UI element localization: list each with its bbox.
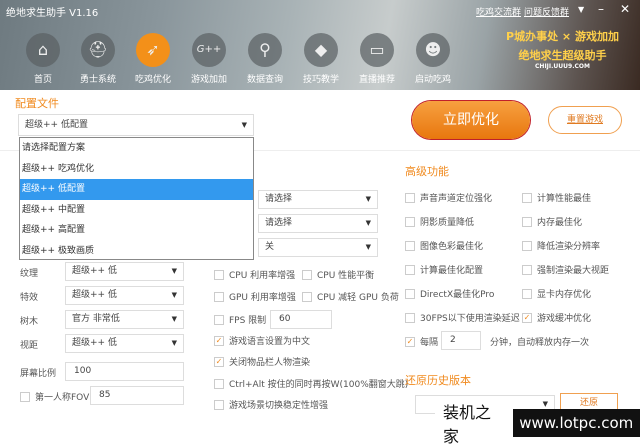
fps-input[interactable]: 60 bbox=[270, 310, 332, 329]
nav-label: 技巧教学 bbox=[302, 75, 339, 85]
screen-ratio-input[interactable]: 100 bbox=[65, 362, 184, 381]
interval-input[interactable]: 2 bbox=[441, 331, 481, 350]
quality-select[interactable]: 超级++ 低 ▼ bbox=[65, 334, 184, 353]
nav-item[interactable]: G++ 游戏加加 bbox=[184, 33, 234, 85]
fps-limit-checkbox[interactable]: FPS 限制 bbox=[214, 313, 266, 326]
quality-select[interactable]: 超级++ 低 ▼ bbox=[65, 262, 184, 281]
middle-select-3[interactable]: 关 ▼ bbox=[258, 238, 378, 257]
dropdown-option[interactable]: 请选择配置方案 bbox=[20, 138, 253, 159]
gpu-boost-checkbox[interactable]: GPU 利用率增强 bbox=[214, 290, 296, 303]
nav-item[interactable]: ⚲ 数据查询 bbox=[240, 33, 290, 85]
advanced-checkbox[interactable]: 声音声道定位强化 bbox=[405, 191, 492, 204]
dropdown-option[interactable]: 超级++ 极致画质 bbox=[20, 241, 253, 262]
watermark: 装机之家 www.lotpc.com bbox=[435, 399, 640, 447]
header: 绝地求生助手 V1.16 吃鸡交流群 问题反馈群 ▼ – ✕ ⌂ 首页 ⛑ 勇士系统 ➶… bbox=[0, 0, 640, 90]
nav-item[interactable]: ☻ 启动吃鸡 bbox=[408, 33, 458, 85]
quality-label: 视距 bbox=[20, 341, 39, 351]
dropdown-option[interactable]: 超级++ 吃鸡优化 bbox=[20, 159, 253, 180]
middle-select-2[interactable]: 请选择 ▼ bbox=[258, 214, 378, 233]
ctrl-alt-checkbox[interactable]: Ctrl+Alt 按住的同时再按W(100%翻窗大跳) bbox=[214, 377, 408, 390]
dropdown-option[interactable]: 超级++ 中配置 bbox=[20, 200, 253, 221]
quality-select[interactable]: 官方 非常低 ▼ bbox=[65, 310, 184, 329]
nav-label: 数据查询 bbox=[246, 75, 283, 85]
reset-game-button[interactable]: 重置游戏 bbox=[548, 106, 622, 134]
middle-select-1[interactable]: 请选择 ▼ bbox=[258, 190, 378, 209]
advanced-checkbox[interactable]: ✓ 游戏缓冲优化 bbox=[522, 311, 591, 324]
advanced-title: 高级功能 bbox=[405, 165, 449, 178]
nav-item[interactable]: ◆ 技巧教学 bbox=[296, 33, 346, 85]
advanced-checkbox[interactable]: 降低渲染分辨率 bbox=[522, 239, 600, 252]
advanced-checkbox[interactable]: 图像色彩最佳化 bbox=[405, 239, 483, 252]
close-icon[interactable]: ✕ bbox=[620, 2, 630, 16]
close-render-checkbox[interactable]: ✓ 关闭物品栏人物渲染 bbox=[214, 355, 310, 368]
quality-label: 纹理 bbox=[20, 269, 39, 279]
fov-checkbox[interactable]: 第一人称FOV bbox=[20, 390, 89, 403]
quality-label: 特效 bbox=[20, 293, 39, 303]
quality-select[interactable]: 超级++ 低 ▼ bbox=[65, 286, 184, 305]
chat-group-link[interactable]: 吃鸡交流群 bbox=[476, 5, 521, 18]
nav-item[interactable]: ➶ 吃鸡优化 bbox=[128, 33, 178, 85]
advanced-checkbox[interactable]: 显卡内存优化 bbox=[522, 287, 591, 300]
cpu-balance-checkbox[interactable]: CPU 性能平衡 bbox=[302, 268, 374, 281]
config-dropdown-list: 请选择配置方案 超级++ 吃鸡优化 超级++ 低配置 超级++ 中配置 超级++ 高配置… bbox=[19, 137, 254, 260]
quality-label: 树木 bbox=[20, 317, 39, 327]
restore-title: 还原历史版本 bbox=[405, 374, 471, 387]
dropdown-option[interactable]: 超级++ 高配置 bbox=[20, 220, 253, 241]
nav-label: 游戏加加 bbox=[190, 75, 227, 85]
interval-suffix: 分钟，自动释放内存一次 bbox=[490, 338, 590, 348]
nav-icon: ⚲ bbox=[248, 33, 282, 67]
nav-icon: ☻ bbox=[416, 33, 450, 67]
optimize-button[interactable]: 立即优化 bbox=[412, 101, 530, 139]
app-title: 绝地求生助手 V1.16 bbox=[6, 8, 99, 19]
cpu-boost-checkbox[interactable]: CPU 利用率增强 bbox=[214, 268, 295, 281]
advanced-checkbox[interactable]: DirectX最佳化Pro bbox=[405, 287, 494, 300]
nav-item[interactable]: ▭ 直播推荐 bbox=[352, 33, 402, 85]
advanced-checkbox[interactable]: 计算最佳化配置 bbox=[405, 263, 483, 276]
nav-icon: G++ bbox=[192, 33, 226, 67]
nav-item[interactable]: ⌂ 首页 bbox=[18, 33, 68, 85]
nav-label: 勇士系统 bbox=[79, 75, 116, 85]
screen-ratio-label: 屏幕比例 bbox=[20, 369, 57, 379]
nav-icon: ▭ bbox=[360, 33, 394, 67]
nav-icon: ⌂ bbox=[26, 33, 60, 67]
config-section-title: 配置文件 bbox=[15, 97, 59, 110]
advanced-checkbox[interactable]: 阴影质量降低 bbox=[405, 215, 474, 228]
feedback-group-link[interactable]: 问题反馈群 bbox=[524, 5, 569, 18]
nav-label: 直播推荐 bbox=[358, 75, 395, 85]
nav-icon: ➶ bbox=[136, 33, 170, 67]
nav-label: 吃鸡优化 bbox=[134, 75, 171, 85]
advanced-checkbox[interactable]: 30FPS以下使用渲染延迟 bbox=[405, 311, 520, 324]
divider bbox=[390, 150, 640, 151]
advanced-checkbox[interactable]: 内存最佳化 bbox=[522, 215, 582, 228]
cpu-reduce-gpu-checkbox[interactable]: CPU 减轻 GPU 负荷 bbox=[302, 290, 399, 303]
lang-cn-checkbox[interactable]: ✓ 游戏语言设置为中文 bbox=[214, 334, 310, 347]
config-select[interactable]: 超级++ 低配置 ▼ bbox=[18, 114, 254, 136]
minimize-icon[interactable]: – bbox=[598, 2, 604, 16]
nav-item[interactable]: ⛑ 勇士系统 bbox=[73, 33, 123, 85]
advanced-checkbox[interactable]: 强制渲染最大视距 bbox=[522, 263, 609, 276]
menu-icon[interactable]: ▼ bbox=[578, 5, 584, 14]
fov-input[interactable]: 85 bbox=[90, 386, 184, 405]
scene-stable-checkbox[interactable]: 游戏场景切换稳定性增强 bbox=[214, 398, 328, 411]
dropdown-option[interactable]: 超级++ 低配置 bbox=[20, 179, 253, 200]
nav-icon: ⛑ bbox=[81, 33, 115, 67]
brand-logo: P城办事处 × 游戏加加 绝地求生超级助手 CHIJI.UUU9.COM bbox=[506, 30, 619, 70]
chevron-down-icon: ▼ bbox=[241, 121, 247, 129]
interval-checkbox[interactable]: ✓ 每隔 bbox=[405, 335, 438, 348]
nav-label: 启动吃鸡 bbox=[414, 75, 451, 85]
nav-label: 首页 bbox=[33, 75, 52, 85]
nav-icon: ◆ bbox=[304, 33, 338, 67]
advanced-checkbox[interactable]: 计算性能最佳 bbox=[522, 191, 591, 204]
